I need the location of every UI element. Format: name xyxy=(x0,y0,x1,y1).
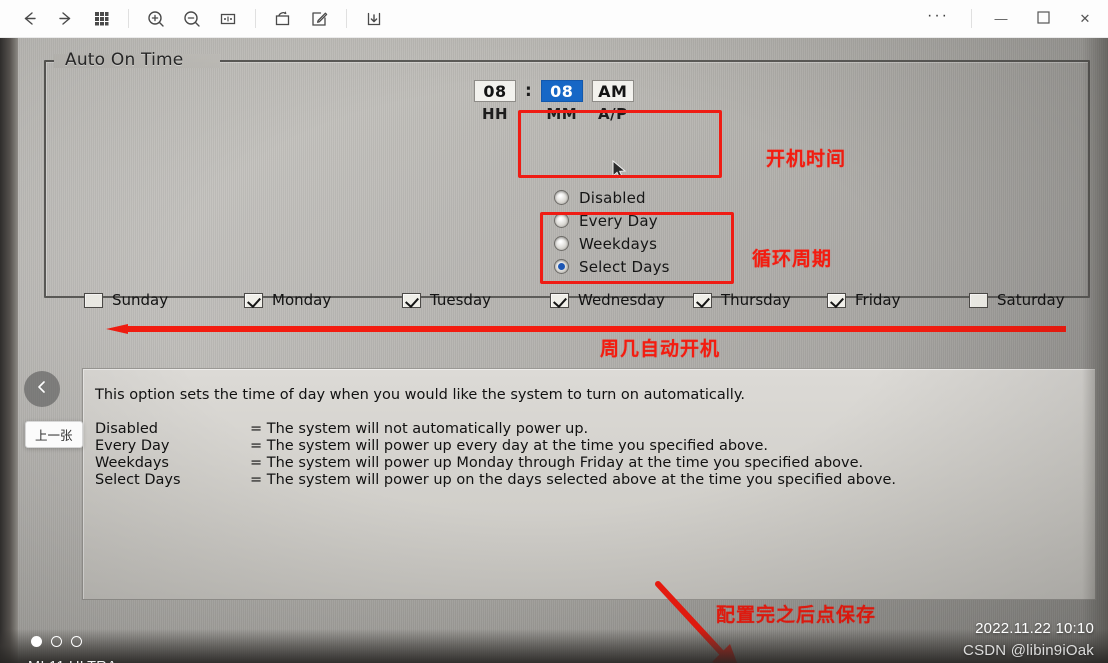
description-definition: = The system will power up on the days s… xyxy=(250,472,896,488)
checkbox-icon-sunday[interactable] xyxy=(84,292,103,308)
rotate-button[interactable] xyxy=(266,4,300,34)
hour-cell[interactable]: 08 HH xyxy=(474,80,516,123)
checkbox-icon-thursday[interactable] xyxy=(693,292,712,308)
checkbox-label-saturday: Saturday xyxy=(997,291,1065,309)
forward-button[interactable] xyxy=(48,4,82,34)
toolbar-left-group xyxy=(0,4,391,34)
time-separator: : xyxy=(525,81,532,101)
previous-image-tooltip: 上一张 xyxy=(25,421,83,448)
checkbox-label-sunday: Sunday xyxy=(112,291,169,309)
checkbox-label-monday: Monday xyxy=(272,291,332,309)
checkbox-icon-monday[interactable] xyxy=(244,292,263,308)
description-definition: = The system will power up every day at … xyxy=(250,438,769,454)
checkbox-friday[interactable]: Friday xyxy=(827,291,969,309)
description-term: Weekdays xyxy=(95,455,169,471)
page-dot-3[interactable] xyxy=(71,636,82,647)
minute-value[interactable]: 08 xyxy=(540,80,583,102)
minimize-button[interactable]: — xyxy=(980,1,1022,37)
weekday-checkbox-row: Sunday Monday Tuesday Wednesday Thursday… xyxy=(84,291,1096,309)
previous-image-button[interactable] xyxy=(24,371,60,407)
thumbnails-button[interactable] xyxy=(84,4,118,34)
photo-canvas[interactable]: Auto On Time 08 HH : 08 MM AM A/P Disabl… xyxy=(0,38,1108,663)
actual-size-icon xyxy=(218,9,238,29)
save-button[interactable] xyxy=(357,4,391,34)
annotation-label-which-days: 周几自动开机 xyxy=(600,338,721,360)
hour-value[interactable]: 08 xyxy=(474,80,516,102)
photo-bottom-edge xyxy=(0,629,1108,663)
toolbar-divider-3 xyxy=(346,9,347,28)
toolbar-divider-2 xyxy=(255,9,256,28)
meridiem-value[interactable]: AM xyxy=(591,80,634,102)
checkbox-label-friday: Friday xyxy=(855,291,901,309)
chevron-left-icon xyxy=(34,379,50,400)
description-row: Disabled = The system will not automatic… xyxy=(95,421,896,438)
capture-timestamp: 2022.11.22 10:10 xyxy=(975,620,1094,637)
actual-size-button[interactable] xyxy=(211,4,245,34)
checkbox-icon-saturday[interactable] xyxy=(969,292,988,308)
checkbox-icon-friday[interactable] xyxy=(827,292,846,308)
checkbox-label-tuesday: Tuesday xyxy=(430,291,492,309)
checkbox-monday[interactable]: Monday xyxy=(244,291,402,309)
save-download-icon xyxy=(364,9,384,29)
description-term: Every Day xyxy=(95,438,170,454)
site-watermark: CSDN @libin9iOak xyxy=(963,642,1094,659)
checkbox-label-wednesday: Wednesday xyxy=(578,291,665,309)
description-definition: = The system will power up Monday throug… xyxy=(250,455,864,471)
annotation-label-cycle-period: 循环周期 xyxy=(752,248,833,270)
checkbox-icon-tuesday[interactable] xyxy=(402,292,421,308)
maximize-button[interactable] xyxy=(1022,1,1064,37)
radio-label-disabled: Disabled xyxy=(579,188,646,207)
back-button[interactable] xyxy=(12,4,46,34)
annotation-box-boot-time xyxy=(518,110,722,178)
description-headline: This option sets the time of day when yo… xyxy=(95,387,745,403)
toolbar-right-group: ··· — ✕ xyxy=(913,1,1108,37)
maximize-icon xyxy=(1036,10,1050,27)
radio-option-disabled[interactable]: Disabled xyxy=(554,186,670,209)
description-row: Weekdays = The system will power up Mond… xyxy=(95,455,896,472)
edit-icon xyxy=(309,9,329,29)
toolbar-divider-4 xyxy=(971,9,972,28)
groupbox-title: Auto On Time xyxy=(65,50,184,70)
photo-left-edge xyxy=(0,38,18,663)
rotate-icon xyxy=(273,9,293,29)
toolbar-divider-1 xyxy=(128,9,129,28)
checkbox-thursday[interactable]: Thursday xyxy=(693,291,827,309)
page-dot-1[interactable] xyxy=(31,636,42,647)
photo-right-edge xyxy=(1082,38,1108,663)
checkbox-label-thursday: Thursday xyxy=(721,291,791,309)
description-term: Disabled xyxy=(95,421,158,437)
zoom-in-icon xyxy=(146,9,166,29)
checkbox-tuesday[interactable]: Tuesday xyxy=(402,291,550,309)
hour-label: HH xyxy=(481,105,509,123)
page-indicator xyxy=(31,636,82,647)
more-options-button[interactable]: ··· xyxy=(913,7,963,30)
arrow-right-icon xyxy=(56,9,75,28)
device-watermark: MI 11 ULTRA xyxy=(28,659,117,663)
viewer-toolbar: ··· — ✕ xyxy=(0,0,1108,38)
zoom-out-icon xyxy=(182,9,202,29)
description-definition: = The system will not automatically powe… xyxy=(250,421,589,437)
annotation-arrow-left xyxy=(106,321,1066,334)
annotation-box-cycle-period xyxy=(540,212,734,284)
description-term: Select Days xyxy=(95,472,181,488)
arrow-left-icon xyxy=(20,9,39,28)
description-row: Select Days = The system will power up o… xyxy=(95,472,896,489)
image-viewer-window: ··· — ✕ Auto On Time 08 HH : 08 MM AM A/… xyxy=(0,0,1108,663)
zoom-in-button[interactable] xyxy=(139,4,173,34)
checkbox-wednesday[interactable]: Wednesday xyxy=(550,291,693,309)
zoom-out-button[interactable] xyxy=(175,4,209,34)
edit-button[interactable] xyxy=(302,4,336,34)
checkbox-saturday[interactable]: Saturday xyxy=(969,291,1065,309)
annotation-label-boot-time: 开机时间 xyxy=(766,148,847,170)
grid-thumbnails-icon xyxy=(92,9,111,28)
help-description-panel: This option sets the time of day when yo… xyxy=(82,368,1096,600)
description-table: Disabled = The system will not automatic… xyxy=(95,421,896,489)
close-button[interactable]: ✕ xyxy=(1064,1,1106,37)
checkbox-sunday[interactable]: Sunday xyxy=(84,291,244,309)
page-dot-2[interactable] xyxy=(51,636,62,647)
checkbox-icon-wednesday[interactable] xyxy=(550,292,569,308)
description-row: Every Day = The system will power up eve… xyxy=(95,438,896,455)
radio-icon-disabled[interactable] xyxy=(554,190,569,205)
